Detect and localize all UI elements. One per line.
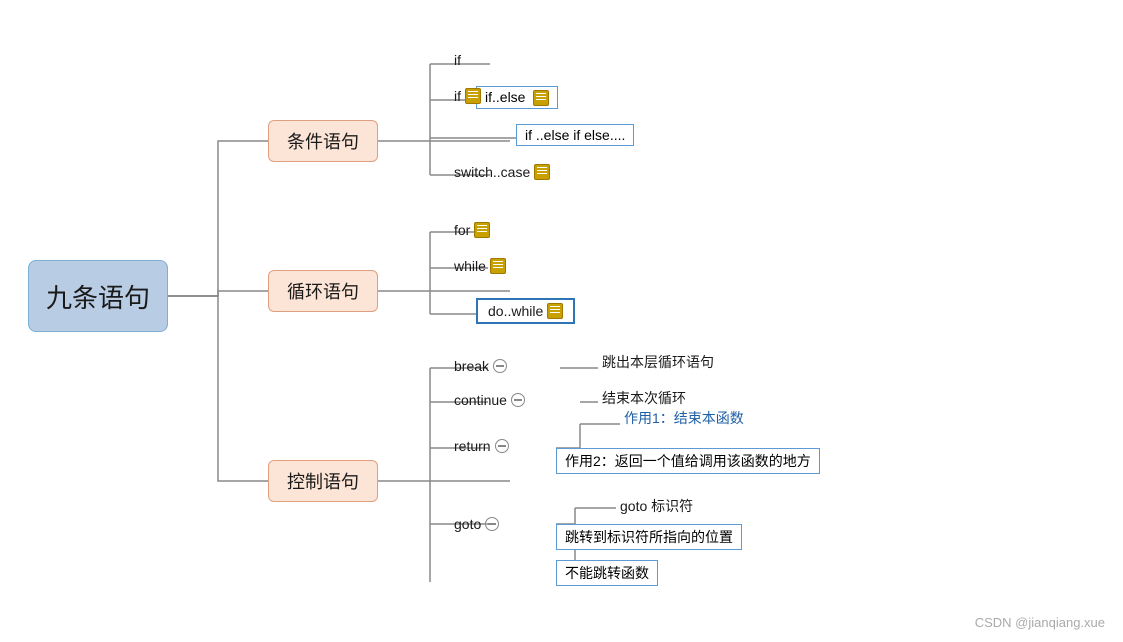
switch-leaf: switch..case [448,162,556,182]
break-label: break [454,358,489,374]
main-canvas: 九条语句 条件语句 循环语句 控制语句 if if..else if if ..… [0,0,1123,642]
goto-sub2-label: 跳转到标识符所指向的位置 [556,524,742,550]
switch-label: switch..case [454,164,530,180]
note-icon-for [474,222,490,238]
category-loop: 循环语句 [268,270,378,312]
if-leaf: if [448,50,467,70]
goto-sub3-box: 不能跳转函数 [556,560,658,586]
root-node: 九条语句 [28,260,168,332]
goto-leaf: goto [448,514,505,534]
goto-sub2-box: 跳转到标识符所指向的位置 [556,524,742,550]
return-leaf: return [448,436,515,456]
category-loop-label: 循环语句 [287,278,359,304]
category-condition: 条件语句 [268,120,378,162]
if-elseif-label: if ..else if else.... [516,124,634,146]
goto-label: goto [454,516,481,532]
for-leaf: for [448,220,496,240]
for-label: for [454,222,470,238]
break-desc: 跳出本层循环语句 [598,350,718,374]
return-desc2-label: 作用2：返回一个值给调用该函数的地方 [556,448,820,474]
continue-leaf: continue [448,390,531,410]
minus-icon-continue [511,393,525,407]
return-desc1: 作用1：结束本函数 [620,406,748,430]
while-label: while [454,258,486,274]
note-icon-switch [534,164,550,180]
minus-icon-break [493,359,507,373]
while-leaf: while [448,256,512,276]
goto-sub1: goto 标识符 [616,494,697,518]
return-desc2-box: 作用2：返回一个值给调用该函数的地方 [556,448,820,474]
minus-icon-return [495,439,509,453]
category-condition-label: 条件语句 [287,128,359,154]
note-icon-while [490,258,506,274]
dowhile-label: do..while [488,303,543,319]
category-control: 控制语句 [268,460,378,502]
goto-sub3-label: 不能跳转函数 [556,560,658,586]
break-leaf: break [448,356,513,376]
minus-icon-goto [485,517,499,531]
note-icon-if [465,88,481,104]
if-else-label: if..else [476,86,558,109]
dowhile-box: do..while [476,298,575,324]
note-icon-ifelse [533,90,549,106]
watermark: CSDN @jianqiang.xue [975,615,1105,630]
if-label: if [454,52,461,68]
if-else-box: if..else [476,86,558,109]
note-icon-dowhile [547,303,563,319]
root-label: 九条语句 [46,278,150,315]
continue-label: continue [454,392,507,408]
category-control-label: 控制语句 [287,468,359,494]
return-label: return [454,438,491,454]
if-connector-label: if [448,86,487,106]
if-elseif-box: if ..else if else.... [516,124,634,146]
